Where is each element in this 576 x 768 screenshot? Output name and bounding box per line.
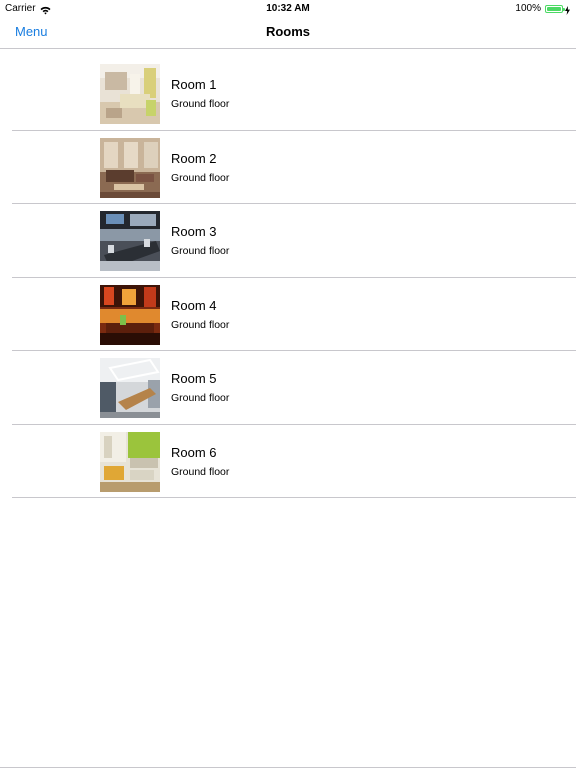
room-floor: Ground floor [171, 392, 230, 404]
room-thumbnail [100, 211, 160, 271]
charging-bolt-icon [565, 4, 570, 15]
room-floor: Ground floor [171, 318, 230, 331]
room-thumbnail [100, 358, 160, 418]
room-row-1[interactable]: Room 1 Ground floor [0, 57, 576, 131]
status-time: 10:32 AM [266, 3, 310, 14]
room-row-4[interactable]: Room 4 Ground floor [0, 278, 576, 352]
battery-percent: 100% [515, 3, 541, 14]
room-thumbnail [100, 137, 160, 198]
room-thumbnail [100, 64, 160, 124]
battery-fill [547, 6, 561, 11]
room-floor: Ground floor [171, 98, 230, 110]
room-thumbnail [100, 431, 160, 492]
page-title: Rooms [265, 24, 311, 39]
room-floor: Ground floor [171, 245, 230, 257]
room-name: Room 2 [171, 150, 217, 166]
room-name: Room 4 [171, 297, 217, 313]
room-row-5[interactable]: Room 5 Ground floor [0, 351, 576, 425]
battery-icon [545, 4, 565, 13]
navigation-bar: Menu Rooms [0, 17, 576, 49]
status-right: 100% [515, 0, 570, 17]
room-name: Room 6 [171, 444, 217, 460]
status-bar: Carrier 10:32 AM 100% [0, 0, 576, 17]
room-name: Room 1 [171, 77, 217, 92]
room-list: Room 1 Ground floor Room 2 Ground floor [0, 57, 576, 498]
room-row-6[interactable]: Room 6 Ground floor [0, 425, 576, 499]
room-name: Room 5 [171, 371, 217, 386]
room-floor: Ground floor [171, 171, 230, 184]
room-row-2[interactable]: Room 2 Ground floor [0, 131, 576, 205]
room-floor: Ground floor [171, 465, 230, 478]
screen: Carrier 10:32 AM 100% Menu Rooms Room 1 … [0, 0, 576, 768]
room-row-3[interactable]: Room 3 Ground floor [0, 204, 576, 278]
room-thumbnail [100, 284, 160, 345]
room-name: Room 3 [171, 224, 217, 239]
